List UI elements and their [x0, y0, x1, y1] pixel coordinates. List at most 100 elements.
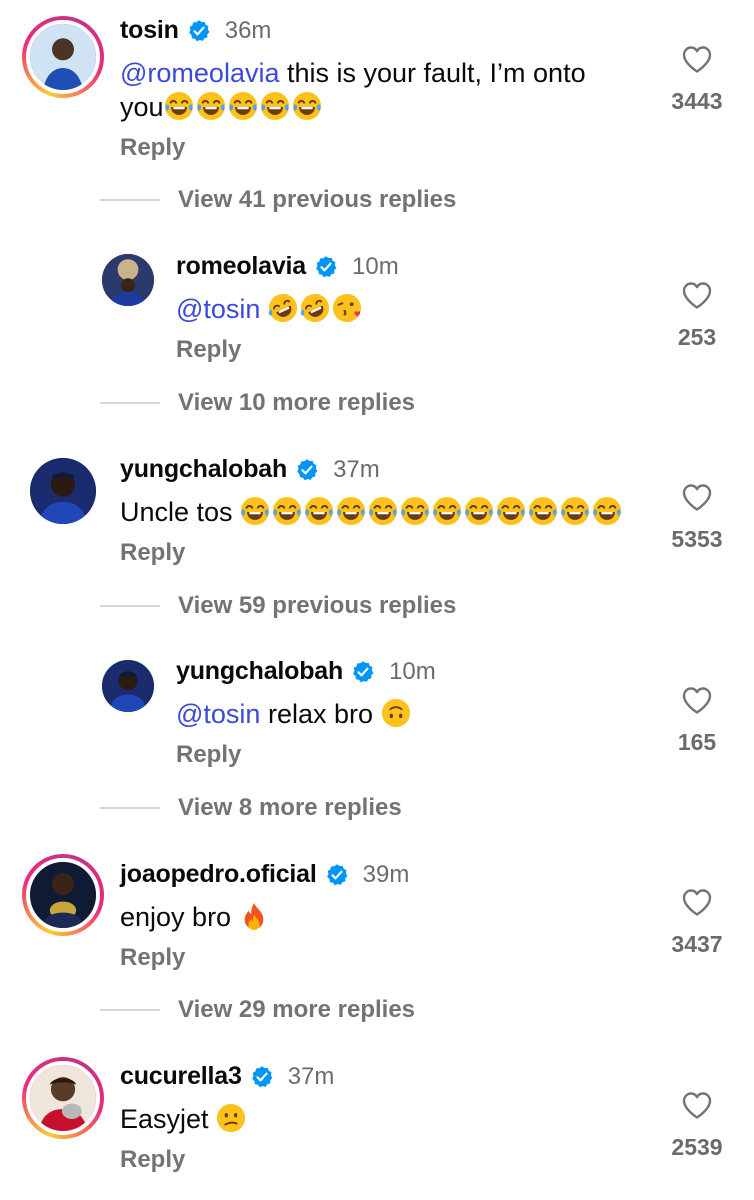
view-replies-label: View 41 previous replies [178, 186, 457, 213]
like-control: 165 [662, 685, 732, 756]
reply-button[interactable]: Reply [120, 1146, 185, 1174]
joy-emoji-icon [292, 91, 322, 121]
heart-outline-icon[interactable] [681, 44, 713, 74]
like-control: 2539 [662, 1090, 732, 1161]
joy-emoji-icon [336, 496, 366, 526]
username[interactable]: yungchalobah [176, 657, 343, 686]
username[interactable]: yungchalobah [120, 455, 287, 484]
divider [100, 605, 160, 607]
verified-badge-icon [187, 19, 211, 43]
like-control: 3437 [662, 887, 732, 958]
comment-text: Easyjet [120, 1102, 640, 1136]
view-replies-label: View 8 more replies [178, 794, 402, 821]
like-control: 3443 [662, 44, 732, 115]
comment-text: @tosin [176, 292, 696, 326]
view-replies-label: View 10 more replies [178, 389, 416, 416]
joy-emoji-icon [164, 91, 194, 121]
heart-outline-icon[interactable] [681, 685, 713, 715]
divider [100, 807, 160, 809]
username[interactable]: cucurella3 [120, 1062, 242, 1091]
view-replies-label: View 29 more replies [178, 996, 416, 1023]
heart-outline-icon[interactable] [681, 1090, 713, 1120]
comment-text: @romeolavia this is your fault, I’m onto… [120, 56, 640, 124]
joy-emoji-icon [196, 91, 226, 121]
joy-emoji-icon [400, 496, 430, 526]
joy-emoji-icon [368, 496, 398, 526]
reply-button[interactable]: Reply [176, 336, 241, 364]
joy-emoji-icon [496, 496, 526, 526]
view-replies-label: View 59 previous replies [178, 592, 457, 619]
reply-button[interactable]: Reply [120, 944, 185, 972]
joy-emoji-icon [432, 496, 462, 526]
mention-link[interactable]: @tosin [176, 294, 260, 324]
verified-badge-icon [314, 255, 338, 279]
avatar[interactable] [22, 1057, 104, 1139]
joy-emoji-icon [272, 496, 302, 526]
verified-badge-icon [325, 863, 349, 887]
like-count: 5353 [671, 526, 723, 552]
timestamp: 37m [287, 1062, 335, 1090]
joy-emoji-icon [528, 496, 558, 526]
like-count: 2539 [671, 1134, 723, 1160]
timestamp: 10m [389, 657, 436, 685]
joy-emoji-icon [592, 496, 622, 526]
comment-text-part: relax bro [260, 699, 374, 729]
username[interactable]: joaopedro.oficial [120, 860, 317, 889]
comment-text-part: enjoy bro [120, 902, 232, 932]
timestamp: 39m [362, 860, 410, 888]
rofl-emoji-icon [300, 293, 330, 323]
view-replies-button[interactable]: View 8 more replies [100, 794, 402, 822]
joy-emoji-icon [260, 91, 290, 121]
like-control: 253 [662, 280, 732, 351]
username[interactable]: romeolavia [176, 252, 306, 281]
heart-outline-icon[interactable] [681, 887, 713, 917]
timestamp: 37m [333, 455, 380, 483]
avatar[interactable] [30, 458, 96, 524]
mention-link[interactable]: @tosin [176, 699, 260, 729]
like-count: 3443 [671, 88, 723, 114]
comment-text: Uncle tos [120, 495, 660, 529]
comment-text-part: you [120, 92, 164, 122]
comment-text: enjoy bro [120, 900, 640, 934]
view-replies-button[interactable]: View 29 more replies [100, 996, 415, 1024]
verified-badge-icon [250, 1065, 274, 1089]
upside-down-emoji-icon [381, 698, 411, 728]
reply-button[interactable]: Reply [176, 741, 241, 769]
username[interactable]: tosin [120, 16, 179, 45]
joy-emoji-icon [240, 496, 270, 526]
like-count: 165 [677, 729, 717, 755]
view-replies-button[interactable]: View 41 previous replies [100, 186, 456, 214]
heart-outline-icon[interactable] [681, 280, 713, 310]
avatar[interactable] [102, 660, 154, 712]
like-control: 5353 [662, 482, 732, 553]
reply-button[interactable]: Reply [120, 134, 185, 162]
like-count: 253 [677, 324, 717, 350]
reply-button[interactable]: Reply [120, 539, 185, 567]
divider [100, 199, 160, 201]
rofl-emoji-icon [268, 293, 298, 323]
avatar[interactable] [22, 854, 104, 936]
comment-text-part: Easyjet [120, 1104, 209, 1134]
fire-emoji-icon [239, 901, 269, 931]
divider [100, 1009, 160, 1011]
timestamp: 36m [224, 16, 272, 44]
divider [100, 402, 160, 404]
avatar[interactable] [102, 254, 154, 306]
comment-text: @tosin relax bro [176, 697, 696, 731]
joy-emoji-icon [228, 91, 258, 121]
verified-badge-icon [295, 458, 319, 482]
like-count: 3437 [671, 931, 723, 957]
comment-text-part: Uncle tos [120, 497, 233, 527]
mention-link[interactable]: @romeolavia [120, 58, 279, 88]
comment-text-part: this is your fault, I’m onto [279, 58, 586, 88]
view-replies-button[interactable]: View 59 previous replies [100, 592, 456, 620]
view-replies-button[interactable]: View 10 more replies [100, 389, 415, 417]
timestamp: 10m [352, 252, 399, 280]
verified-badge-icon [351, 660, 375, 684]
heart-outline-icon[interactable] [681, 482, 713, 512]
confused-emoji-icon [216, 1103, 246, 1133]
joy-emoji-icon [464, 496, 494, 526]
avatar[interactable] [22, 16, 104, 98]
joy-emoji-icon [304, 496, 334, 526]
kissing-heart-emoji-icon [332, 293, 362, 323]
